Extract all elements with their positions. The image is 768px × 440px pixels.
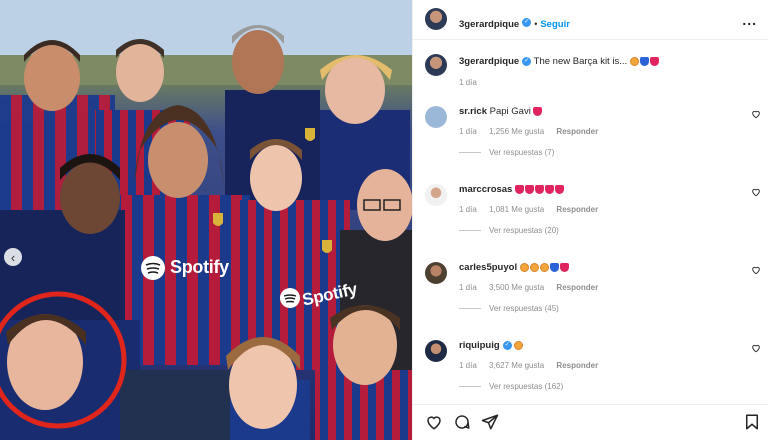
view-replies-button[interactable]: Ver respuestas (20) xyxy=(459,226,559,235)
commenter-avatar[interactable] xyxy=(425,340,447,362)
author-username[interactable]: 3gerardpique xyxy=(459,19,519,30)
reply-button[interactable]: Responder xyxy=(556,283,598,292)
comment-likes[interactable]: 3,500 Me gusta xyxy=(489,283,544,292)
reply-button[interactable]: Responder xyxy=(556,127,598,136)
red-heart-icon xyxy=(515,184,524,194)
separator-dot: • xyxy=(534,19,538,29)
small-heart-icon[interactable] xyxy=(751,109,761,119)
heart-outline-icon[interactable] xyxy=(425,413,443,431)
caption-text: The new Barça kit is... xyxy=(533,56,628,67)
heart-eyes-face-icon xyxy=(539,262,549,272)
replies-divider xyxy=(459,152,481,154)
red-heart-icon xyxy=(535,184,544,194)
heart-eyes-face-icon xyxy=(519,262,529,272)
view-replies-label: Ver respuestas (20) xyxy=(489,226,559,235)
red-heart-icon xyxy=(649,56,659,66)
comment-item: marccrosas 1 día 1,081 Me gusta Responde… xyxy=(413,178,768,256)
team-photo-illustration xyxy=(0,0,412,440)
comment-likes[interactable]: 1,081 Me gusta xyxy=(489,205,544,214)
comment-likes[interactable]: 1,256 Me gusta xyxy=(489,127,544,136)
verified-badge-icon: ✓ xyxy=(522,18,532,28)
jersey-sponsor-text-1: Spotify xyxy=(170,257,229,277)
replies-divider xyxy=(459,386,481,388)
red-heart-icon xyxy=(545,184,554,194)
red-heart-icon xyxy=(533,106,543,116)
red-heart-icon xyxy=(555,184,564,194)
blue-heart-icon xyxy=(549,262,559,272)
heart-eyes-face-icon xyxy=(629,56,639,66)
red-heart-icon xyxy=(559,262,569,272)
small-heart-icon[interactable] xyxy=(751,187,761,197)
commenter-avatar[interactable] xyxy=(425,106,447,128)
commenter-username[interactable]: riquipuig xyxy=(459,340,500,351)
small-heart-icon[interactable] xyxy=(751,265,761,275)
replies-divider xyxy=(459,308,481,310)
verified-badge-icon: ✓ xyxy=(522,56,532,66)
caption-time: 1 día xyxy=(459,78,477,87)
post-header: 3gerardpique ✓ • Seguir ... xyxy=(413,0,768,40)
bookmark-icon[interactable] xyxy=(743,413,761,431)
view-replies-label: Ver respuestas (45) xyxy=(489,304,559,313)
comment-icon[interactable] xyxy=(453,413,471,431)
more-options-icon[interactable]: ... xyxy=(742,12,757,28)
view-replies-button[interactable]: Ver respuestas (45) xyxy=(459,304,559,313)
author-avatar[interactable] xyxy=(425,8,447,30)
comment-time: 1 día xyxy=(459,361,477,370)
post-action-bar xyxy=(413,404,768,440)
comment-time: 1 día xyxy=(459,205,477,214)
blue-heart-icon xyxy=(639,56,649,66)
caption-username[interactable]: 3gerardpique xyxy=(459,56,519,67)
comments-panel: 3gerardpique ✓ • Seguir ... 3gerardpique ✓ T… xyxy=(412,0,768,440)
follow-button[interactable]: Seguir xyxy=(540,19,570,30)
replies-divider xyxy=(459,230,481,232)
verified-badge-icon: ✓ xyxy=(502,340,512,350)
comment-time: 1 día xyxy=(459,283,477,292)
caption-author-avatar[interactable] xyxy=(425,54,447,76)
commenter-username[interactable]: marccrosas xyxy=(459,184,512,195)
view-replies-label: Ver respuestas (162) xyxy=(489,382,564,391)
commenter-avatar[interactable] xyxy=(425,262,447,284)
small-heart-icon[interactable] xyxy=(751,343,761,353)
comment-item: carles5puyol 1 día 3,500 Me gusta Respon… xyxy=(413,256,768,334)
reply-button[interactable]: Responder xyxy=(556,205,598,214)
view-replies-button[interactable]: Ver respuestas (162) xyxy=(459,382,563,391)
red-heart-icon xyxy=(525,184,534,194)
comment-text: Papi Gavi xyxy=(489,106,531,117)
commenter-username[interactable]: sr.rick xyxy=(459,106,487,117)
reply-button[interactable]: Responder xyxy=(556,361,598,370)
view-replies-button[interactable]: Ver respuestas (7) xyxy=(459,148,554,157)
comment-likes[interactable]: 3,627 Me gusta xyxy=(489,361,544,370)
chevron-left-icon[interactable]: ‹ xyxy=(4,248,22,266)
paper-plane-icon[interactable] xyxy=(481,413,499,431)
comment-item: sr.rick Papi Gavi 1 día 1,256 Me gusta R… xyxy=(413,100,768,178)
commenter-username[interactable]: carles5puyol xyxy=(459,262,517,273)
heart-eyes-face-icon xyxy=(529,262,539,272)
heart-eyes-face-icon xyxy=(514,340,524,350)
commenter-avatar[interactable] xyxy=(425,184,447,206)
post-photo[interactable]: Spotify Spotify ‹ xyxy=(0,0,412,440)
view-replies-label: Ver respuestas (7) xyxy=(489,148,555,157)
comment-item: riquipuig ✓ 1 día 3,627 Me gusta Responde… xyxy=(413,334,768,412)
comment-time: 1 día xyxy=(459,127,477,136)
